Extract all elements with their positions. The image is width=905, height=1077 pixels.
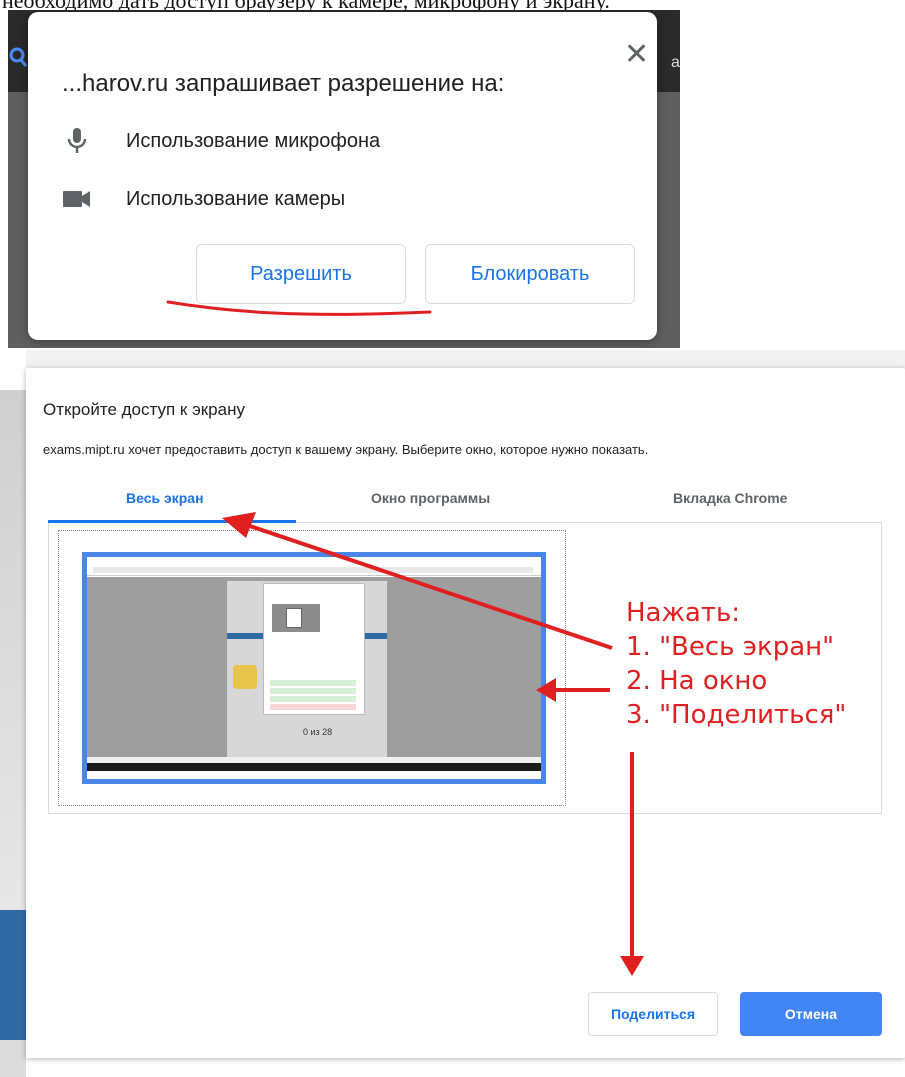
camera-icon — [62, 184, 92, 214]
thumbnail-score: 0 из 28 — [303, 727, 333, 737]
annotation-line: Нажать: — [626, 598, 741, 628]
share-dialog-title: Откройте доступ к экрану — [43, 400, 245, 419]
permission-item-label: Использование микрофона — [126, 129, 381, 152]
block-button[interactable]: Блокировать — [425, 244, 635, 304]
background-letter: а — [671, 54, 680, 71]
microphone-icon — [62, 126, 92, 156]
tab-application-window[interactable]: Окно программы — [371, 490, 490, 506]
annotation-line: 3. "Поделиться" — [626, 700, 847, 730]
instruction-annotation: Нажать: 1. "Весь экран" 2. На окно 3. "П… — [626, 596, 846, 732]
tab-entire-screen[interactable]: Весь экран — [126, 490, 204, 506]
annotation-line: 2. На окно — [626, 666, 768, 696]
share-screenshot: Откройте доступ к экрану exams.mipt.ru х… — [0, 350, 905, 1077]
cancel-button[interactable]: Отмена — [740, 992, 882, 1036]
close-icon[interactable]: ✕ — [624, 40, 649, 70]
share-dialog-description: exams.mipt.ru хочет предоставить доступ … — [43, 442, 649, 457]
tab-chrome-tab[interactable]: Вкладка Chrome — [673, 490, 787, 506]
share-button[interactable]: Поделиться — [588, 992, 718, 1036]
permission-item-camera: Использование камеры — [62, 182, 345, 216]
permission-screenshot: а ...harov.ru запрашивает разрешение на:… — [8, 10, 680, 348]
permission-item-label: Использование камеры — [126, 187, 346, 210]
screen-thumbnail[interactable]: 0 из 28 — [82, 552, 546, 784]
annotation-line: 1. "Весь экран" — [626, 632, 835, 662]
permission-title: ...harov.ru запрашивает разрешение на: — [62, 70, 505, 97]
permission-item-microphone: Использование микрофона — [62, 124, 380, 158]
allow-button[interactable]: Разрешить — [196, 244, 406, 304]
search-icon — [9, 46, 29, 70]
permission-dialog: ...harov.ru запрашивает разрешение на: ✕… — [28, 12, 657, 340]
active-tab-indicator — [48, 520, 296, 523]
